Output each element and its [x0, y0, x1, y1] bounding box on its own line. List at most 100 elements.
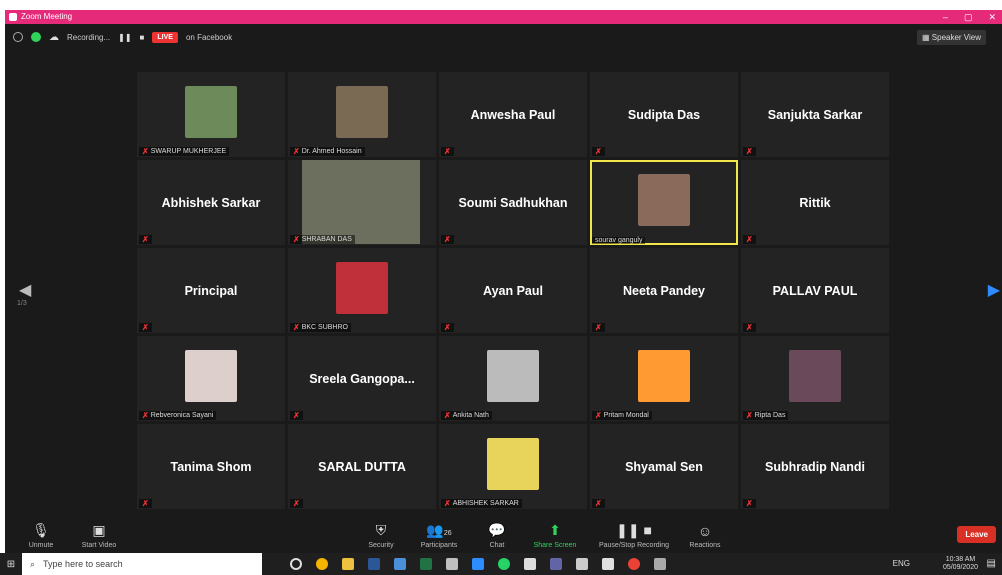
share-screen-button[interactable]: ⬆ Share Screen: [525, 522, 585, 549]
page-indicator: 1/3: [17, 300, 27, 307]
participant-tile[interactable]: Sreela Gangopa... ✗: [288, 336, 436, 421]
participant-tile[interactable]: ✗ Rebveronica Sayani: [137, 336, 285, 421]
participant-tile[interactable]: Soumi Sadhukhan ✗: [439, 160, 587, 245]
shield-icon: ⛨: [375, 522, 387, 538]
participant-name: Anwesha Paul: [470, 107, 556, 122]
mic-muted-icon: ✗: [444, 235, 451, 244]
reactions-button[interactable]: ☺ Reactions: [675, 523, 735, 549]
prev-page-button[interactable]: ◀ 1/3: [17, 280, 31, 307]
participant-tile[interactable]: Sudipta Das ✗: [590, 72, 738, 157]
participant-tile[interactable]: Tanima Shom ✗: [137, 424, 285, 509]
participant-tile[interactable]: Subhradip Nandi ✗: [741, 424, 889, 509]
chrome-icon[interactable]: [316, 558, 328, 570]
participant-status: ✗: [290, 499, 303, 508]
chat-button[interactable]: 💬 Chat: [467, 522, 527, 549]
participant-name: Sanjukta Sarkar: [767, 107, 863, 122]
participant-name: Rittik: [799, 195, 831, 210]
word-icon[interactable]: [368, 558, 380, 570]
participant-tile[interactable]: Shyamal Sen ✗: [590, 424, 738, 509]
participant-tile[interactable]: Principal ✗: [137, 248, 285, 333]
mic-muted-icon: ✗: [293, 235, 300, 244]
taskbar-search[interactable]: ⌕ Type here to search: [22, 553, 262, 575]
participant-tile[interactable]: ✗ Ripta Das: [741, 336, 889, 421]
participant-tile[interactable]: SARAL DUTTA ✗: [288, 424, 436, 509]
speaker-view-label: Speaker View: [931, 33, 981, 42]
chrome-icon[interactable]: [628, 558, 640, 570]
pause-recording-label: Pause/Stop Recording: [598, 542, 670, 549]
minimize-button[interactable]: –: [943, 10, 948, 24]
smiley-icon: ☺: [697, 523, 713, 539]
app-icon[interactable]: [446, 558, 458, 570]
participant-avatar: [336, 262, 388, 314]
participant-status: ✗: [441, 323, 454, 332]
participant-avatar: [638, 174, 690, 226]
pause-recording-button[interactable]: ❚❚ ■ Pause/Stop Recording: [593, 522, 675, 549]
zoom-window: Zoom Meeting – ▢ ✕ ☁ Recording... ❚❚ ■ L…: [5, 10, 1002, 553]
excel-icon[interactable]: [420, 558, 432, 570]
next-page-button[interactable]: ▶: [988, 280, 1000, 300]
language-indicator[interactable]: ENG: [893, 559, 910, 568]
participant-tile[interactable]: Neeta Pandey ✗: [590, 248, 738, 333]
participant-tile[interactable]: ✗ SWARUP MUKHERJEE: [137, 72, 285, 157]
meeting-toolbar: 🎙 Unmute ▣ Start Video ⛨ Security 👥26 Pa…: [5, 513, 1002, 553]
live-badge[interactable]: LIVE: [152, 31, 178, 43]
clock[interactable]: 10:38 AM 05/09/2020: [943, 556, 978, 572]
info-icon[interactable]: [13, 32, 23, 42]
pause-record-icon[interactable]: ❚❚: [118, 33, 131, 42]
participant-tile[interactable]: ✗ SHRABAN DAS: [288, 160, 436, 245]
mic-muted-icon: ✗: [746, 147, 753, 156]
participant-tile[interactable]: ✗ Pritam Mondal: [590, 336, 738, 421]
participant-tile[interactable]: Anwesha Paul ✗: [439, 72, 587, 157]
clock-time: 10:38 AM: [945, 556, 976, 563]
participant-label: ✗ Ankita Nath: [441, 411, 492, 420]
participant-tile[interactable]: ✗ ABHISHEK SARKAR: [439, 424, 587, 509]
participants-label: Participants: [420, 542, 458, 549]
participant-name: Rebveronica Sayani: [150, 412, 214, 419]
app-icon[interactable]: [394, 558, 406, 570]
teams-icon[interactable]: [550, 558, 562, 570]
app-icon[interactable]: [576, 558, 588, 570]
folder-icon[interactable]: [342, 558, 354, 570]
participant-label: ✗ SWARUP MUKHERJEE: [139, 147, 230, 156]
participant-tile[interactable]: Abhishek Sarkar ✗: [137, 160, 285, 245]
shield-icon[interactable]: [31, 32, 41, 42]
cortana-icon[interactable]: [290, 558, 302, 570]
reactions-label: Reactions: [689, 542, 721, 549]
speaker-view-button[interactable]: ▦ Speaker View: [917, 30, 986, 45]
start-video-button[interactable]: ▣ Start Video: [69, 522, 129, 549]
participant-status: ✗: [592, 499, 605, 508]
mic-muted-icon: ✗: [293, 411, 300, 420]
participant-avatar: [185, 350, 237, 402]
participant-tile[interactable]: ✗ Ankita Nath: [439, 336, 587, 421]
security-button[interactable]: ⛨ Security: [351, 522, 411, 549]
participant-name: Dr. Ahmed Hossain: [301, 148, 362, 155]
participant-status: ✗: [592, 323, 605, 332]
notification-icon[interactable]: ▤: [987, 558, 996, 569]
app-icon[interactable]: [654, 558, 666, 570]
participant-tile[interactable]: sourav ganguly: [590, 160, 738, 245]
maximize-button[interactable]: ▢: [964, 10, 973, 24]
participants-icon: 👥26: [426, 522, 452, 538]
screen: Zoom Meeting – ▢ ✕ ☁ Recording... ❚❚ ■ L…: [0, 0, 1002, 575]
stop-record-icon[interactable]: ■: [140, 33, 145, 42]
participant-tile[interactable]: ✗ BKC SUBHRO: [288, 248, 436, 333]
participant-tile[interactable]: ✗ Dr. Ahmed Hossain: [288, 72, 436, 157]
app-icon[interactable]: [602, 558, 614, 570]
zoom-taskbar-icon[interactable]: [472, 558, 484, 570]
app-icon[interactable]: [524, 558, 536, 570]
windows-start-icon[interactable]: ⊞: [0, 559, 22, 570]
participant-tile[interactable]: PALLAV PAUL ✗: [741, 248, 889, 333]
participant-tile[interactable]: Sanjukta Sarkar ✗: [741, 72, 889, 157]
unmute-button[interactable]: 🎙 Unmute: [11, 522, 71, 549]
share-screen-icon: ⬆: [549, 522, 561, 538]
participant-tile[interactable]: Rittik ✗: [741, 160, 889, 245]
participant-label: ✗ ABHISHEK SARKAR: [441, 499, 522, 508]
leave-button[interactable]: Leave: [957, 526, 996, 543]
whatsapp-icon[interactable]: [498, 558, 510, 570]
participants-button[interactable]: 👥26 Participants: [409, 522, 469, 549]
participant-name: Ankita Nath: [452, 412, 489, 419]
participant-tile[interactable]: Ayan Paul ✗: [439, 248, 587, 333]
pinned-apps: [290, 558, 666, 570]
close-button[interactable]: ✕: [988, 10, 996, 24]
participant-name: BKC SUBHRO: [301, 324, 348, 331]
